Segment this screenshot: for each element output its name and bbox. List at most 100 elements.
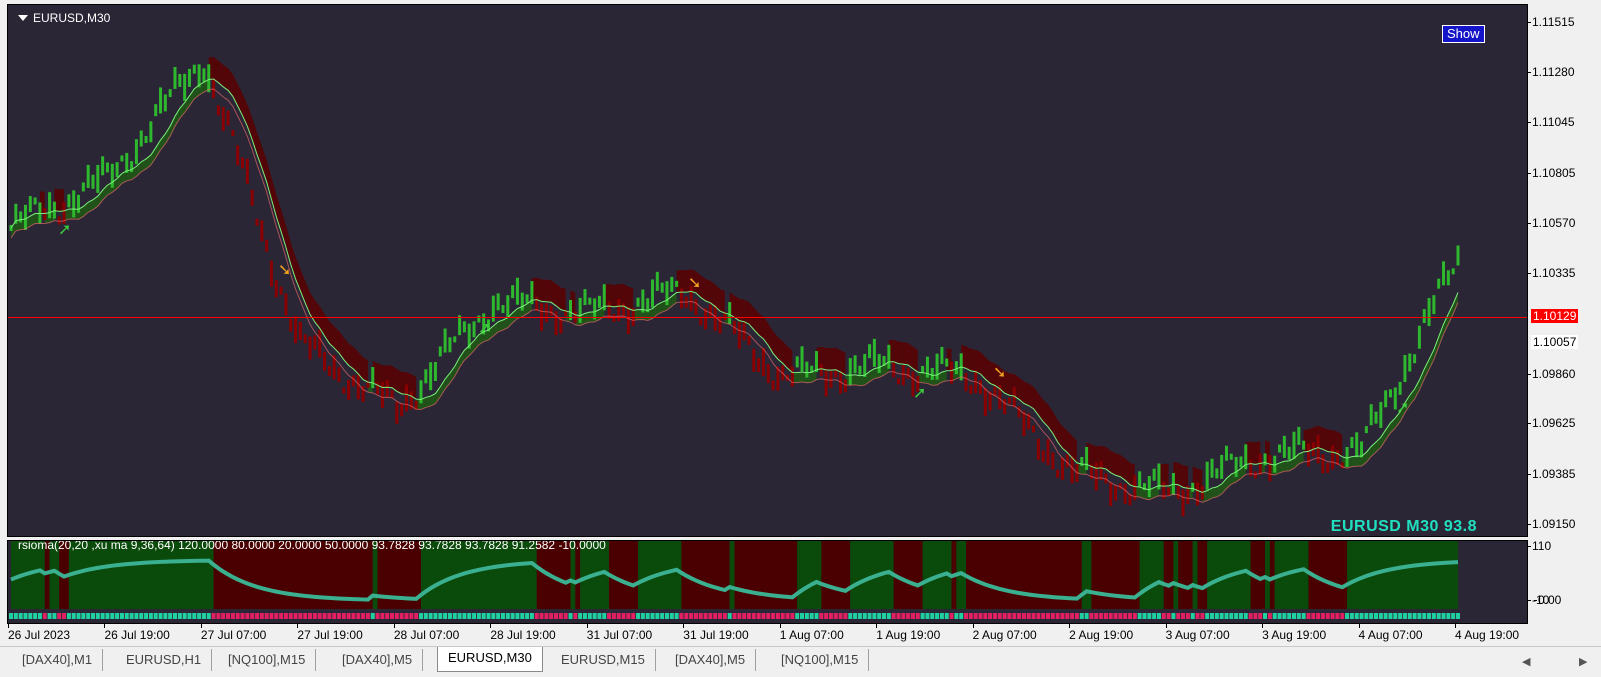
time-label: 28 Jul 19:00 (490, 624, 556, 642)
candle (1128, 494, 1132, 506)
rsioma-indicator-panel[interactable]: rsioma(20,20 ,xu ma 9,36,64) 120.0000 80… (7, 540, 1528, 624)
symbol-label[interactable]: EURUSD,M30 (18, 11, 110, 25)
candle (1268, 455, 1272, 482)
candle (921, 365, 925, 373)
collapse-icon[interactable] (18, 15, 28, 21)
chart-tab[interactable]: EURUSD,M15 (551, 649, 656, 671)
candle (1032, 425, 1036, 433)
ma-ribbon-segment (1351, 456, 1357, 467)
trend-histogram-bar (1137, 613, 1142, 619)
symbol-label-text: EURUSD,M30 (33, 11, 111, 25)
trend-histogram-bar (756, 613, 761, 619)
ma-ribbon-segment (396, 369, 402, 394)
trend-histogram-bar (1306, 613, 1311, 619)
candle (110, 163, 114, 188)
candle (433, 362, 437, 382)
trend-histogram-bar (129, 613, 134, 619)
candle (294, 316, 298, 344)
chart-tab[interactable]: EURUSD,H1 (116, 649, 213, 671)
trend-histogram-bar (848, 613, 853, 619)
chart-tab[interactable]: [DAX40],M5 (665, 649, 757, 671)
trend-histogram-bar (655, 613, 660, 619)
chart-tab[interactable]: EURUSD,M30 (437, 647, 543, 672)
trend-histogram-bar (558, 613, 563, 619)
trend-histogram-bar (819, 613, 824, 619)
trend-histogram-bar (539, 613, 544, 619)
current-price-tag: 1.10129 (1531, 309, 1579, 324)
candle (298, 321, 302, 340)
trend-histogram-bar (920, 613, 925, 619)
rsi-zone (1081, 541, 1092, 609)
candle (1234, 456, 1238, 477)
price-axis[interactable]: 1.11515 1.11280 1.11045 1.10805 1.10570 1.103… (1527, 4, 1601, 537)
candle (559, 318, 563, 334)
trend-histogram-bar (414, 613, 419, 619)
trend-histogram-bar (582, 613, 587, 619)
trend-histogram-bar (1354, 613, 1359, 619)
trend-histogram-bar (1166, 613, 1171, 619)
candle (19, 211, 23, 223)
chart-tab[interactable]: [DAX40],M5 (332, 649, 424, 671)
buy-arrow-icon: ➚ (1396, 397, 1409, 416)
trend-histogram-bar (703, 613, 708, 619)
candle (81, 182, 85, 192)
candle (1326, 462, 1330, 473)
trend-histogram-bar (423, 613, 428, 619)
candle (395, 401, 399, 424)
candle (1239, 456, 1243, 468)
candle (173, 66, 177, 89)
trend-histogram-bar (1036, 613, 1041, 619)
price-tick: 1.09625 (1527, 416, 1576, 431)
price-chart[interactable]: ➚ ➘ ➚ ➘ ➚ ➘ ➚ EURUSD,M30 Show EURUSD M30 93.8 (7, 4, 1528, 537)
trend-histogram-bar (1229, 613, 1234, 619)
trend-histogram-bar (534, 613, 539, 619)
candle (380, 381, 384, 408)
candle (207, 64, 211, 93)
candle (877, 354, 881, 374)
ma-ribbon-segment (830, 347, 836, 371)
trend-histogram-bar (1210, 613, 1215, 619)
candle (313, 335, 317, 350)
ma-ribbon-segment (1429, 349, 1434, 370)
trend-histogram-bar (867, 613, 872, 619)
trend-histogram-bar (476, 613, 481, 619)
tab-scroll-right-icon[interactable]: ▶ (1579, 655, 1587, 668)
chart-tab[interactable]: [NQ100],M15 (218, 649, 317, 671)
candle (800, 346, 804, 372)
price-tick: 1.11280 (1528, 64, 1575, 79)
candle (515, 277, 519, 305)
candle (1167, 487, 1171, 496)
time-label: 1 Aug 07:00 (779, 624, 844, 642)
candle (308, 336, 312, 360)
trend-histogram-bar (1340, 613, 1345, 619)
candle (1060, 457, 1064, 480)
candle (718, 316, 722, 334)
candle (351, 375, 355, 387)
candle (525, 294, 529, 304)
candle (945, 358, 949, 367)
trend-histogram-bar (640, 613, 645, 619)
trend-histogram-bar (771, 613, 776, 619)
candle (1297, 426, 1301, 445)
chart-tab[interactable]: [NQ100],M15 (771, 649, 870, 671)
price-tick: 1.11515 (1528, 15, 1575, 30)
trend-histogram-bar (824, 613, 829, 619)
trend-histogram-bar (1065, 613, 1070, 619)
trend-histogram-bar (23, 613, 28, 619)
candle (761, 348, 765, 377)
trend-histogram-bar (201, 613, 206, 619)
trend-histogram-bar (370, 613, 375, 619)
ma-ribbon-segment (546, 279, 552, 303)
show-button[interactable]: Show (1442, 25, 1485, 43)
trend-histogram-bar (134, 613, 139, 619)
candle (1446, 270, 1450, 286)
tab-scroll-left-icon[interactable]: ◀ (1522, 655, 1530, 668)
candle (1224, 445, 1228, 461)
indicator-title: rsioma(20,20 ,xu ma 9,36,64) 120.0000 80… (18, 540, 606, 552)
candle (178, 73, 182, 87)
trend-histogram-bar (954, 613, 959, 619)
chart-tab[interactable]: [DAX40],M1 (12, 649, 104, 671)
candle (983, 387, 987, 416)
trend-histogram-bar (332, 613, 337, 619)
candle (925, 356, 929, 378)
